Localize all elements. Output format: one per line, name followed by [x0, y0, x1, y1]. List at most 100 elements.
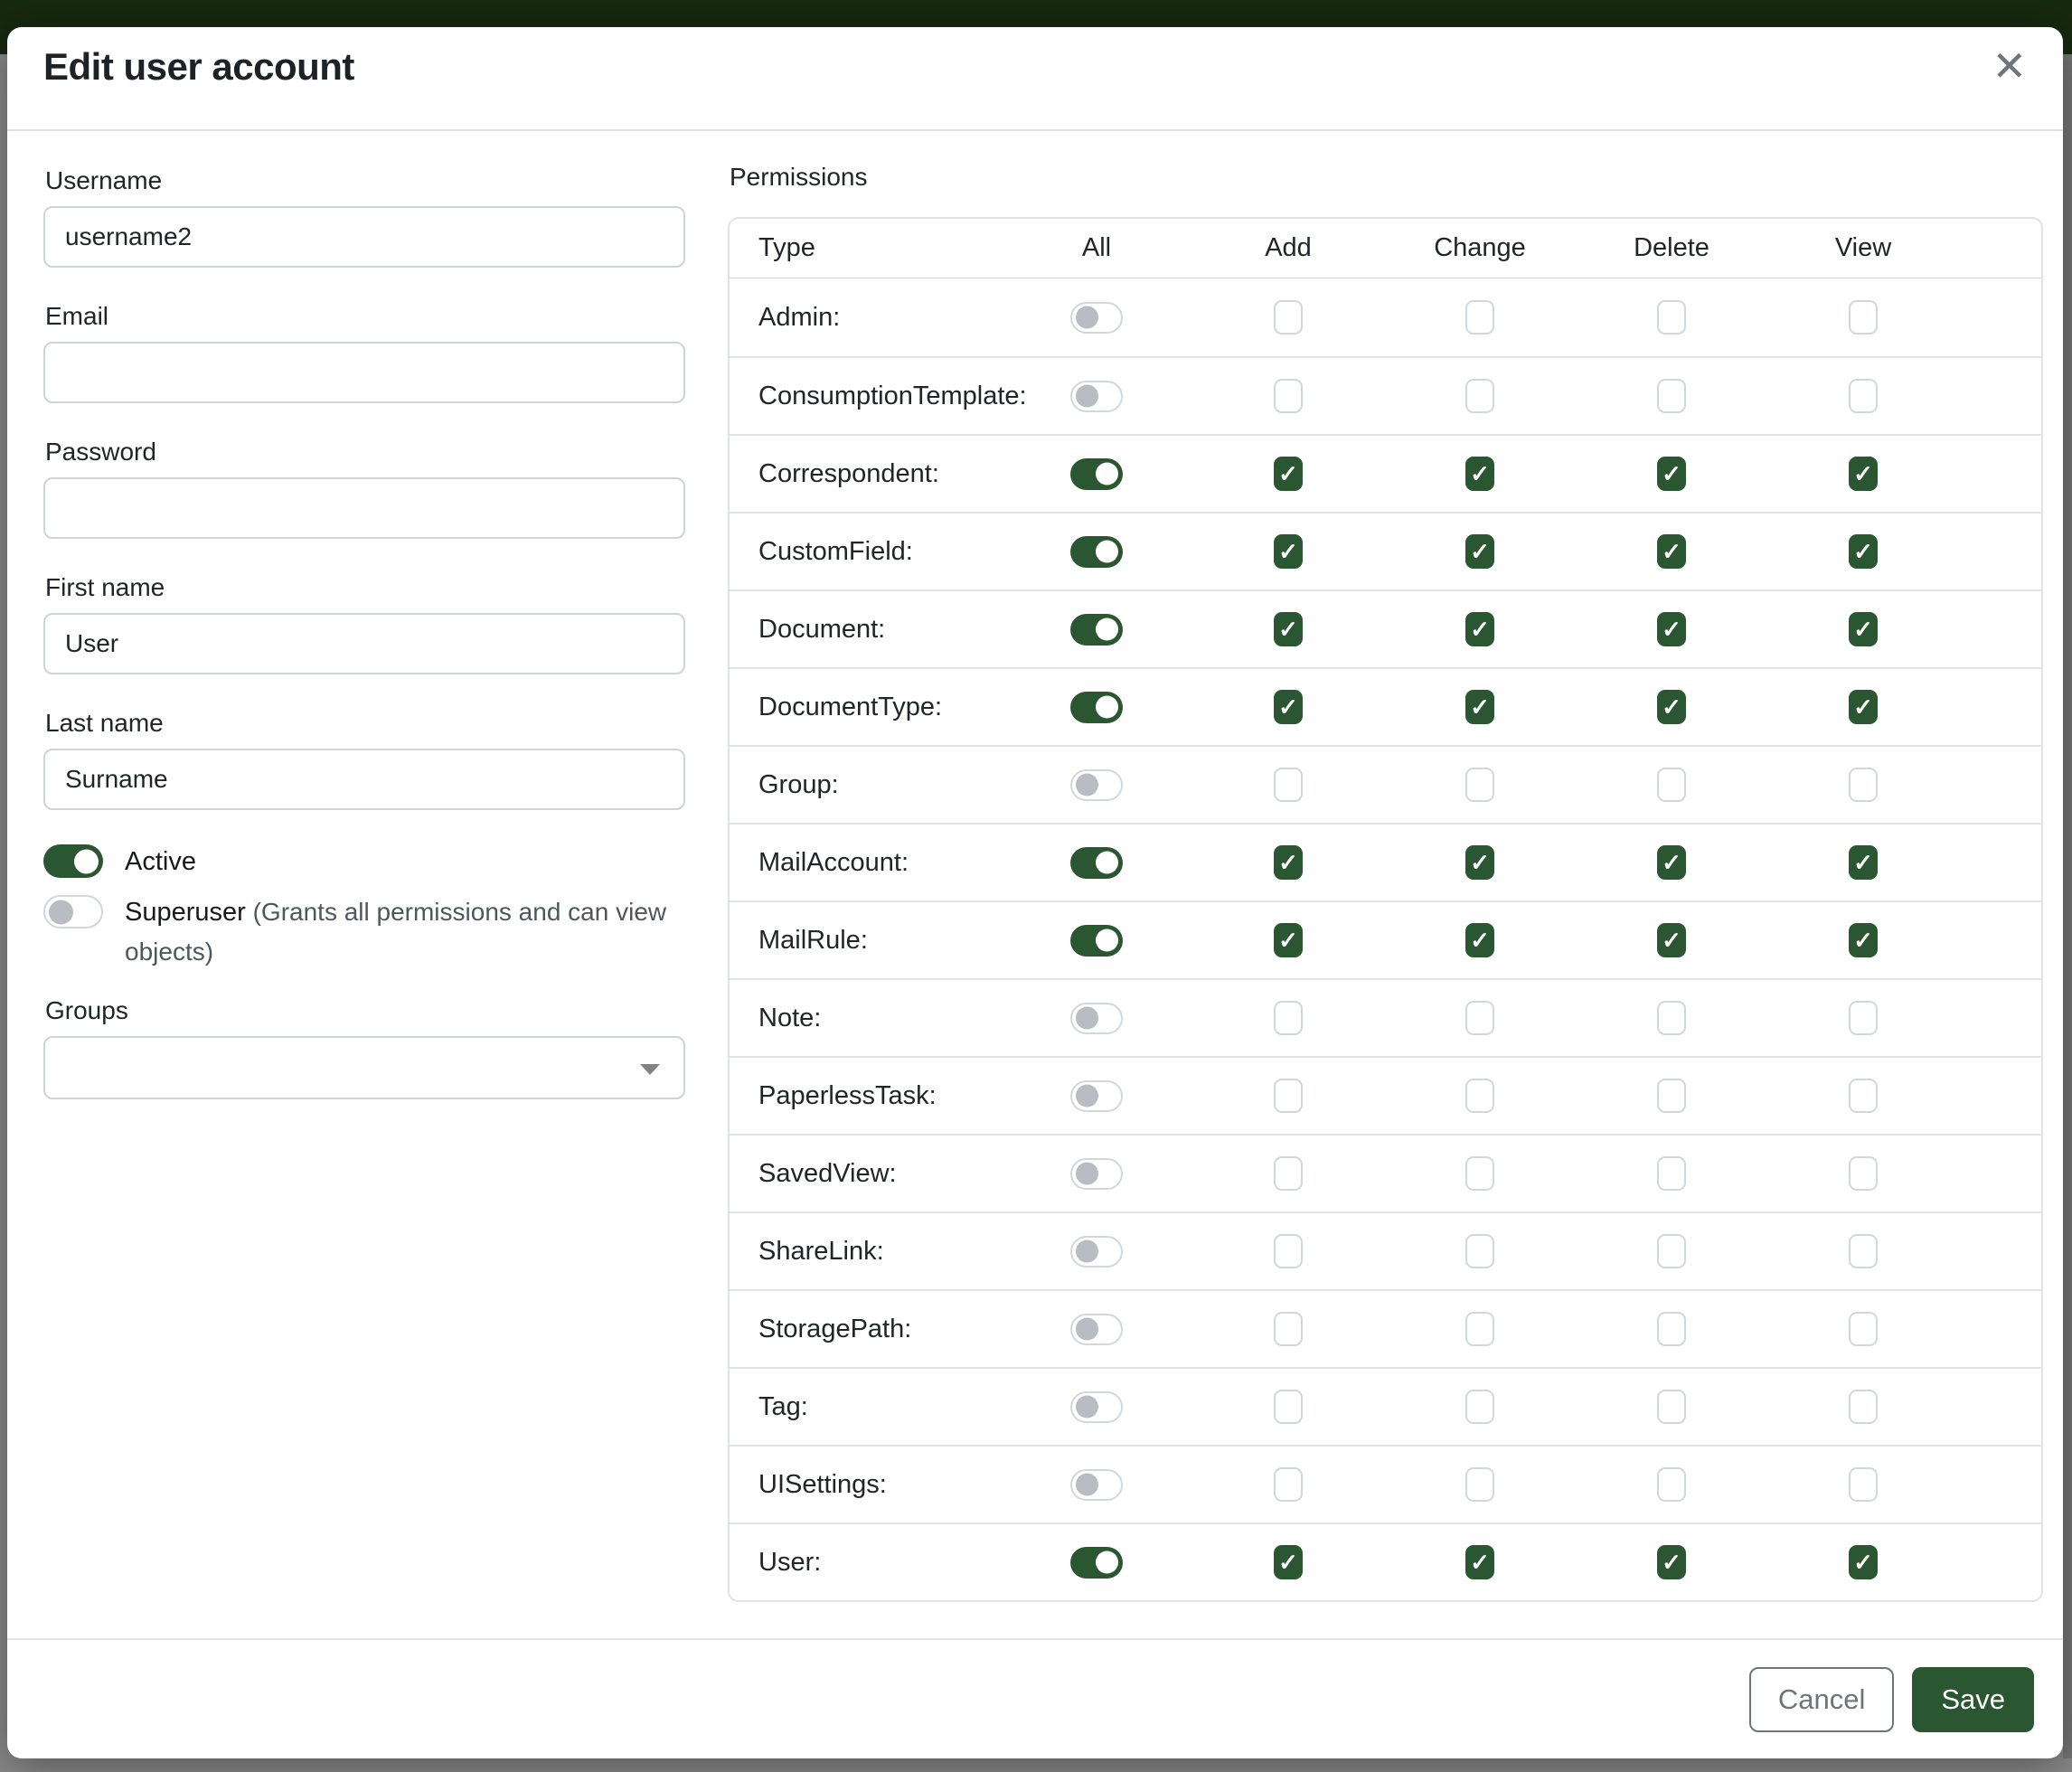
- permission-view-checkbox[interactable]: ✓: [1849, 612, 1878, 646]
- permission-add-checkbox[interactable]: ✓: [1274, 923, 1303, 957]
- email-field[interactable]: [43, 342, 685, 403]
- permission-view-checkbox[interactable]: ✓: [1849, 845, 1878, 880]
- permission-type-label: Admin:: [730, 303, 1001, 333]
- permission-change-checkbox[interactable]: [1465, 1079, 1494, 1113]
- permission-delete-checkbox[interactable]: [1657, 300, 1686, 335]
- superuser-toggle[interactable]: [43, 895, 103, 928]
- permission-change-checkbox[interactable]: [1465, 1390, 1494, 1424]
- permission-delete-checkbox[interactable]: [1657, 768, 1686, 802]
- save-button[interactable]: Save: [1912, 1667, 2034, 1732]
- permission-all-toggle[interactable]: [1070, 302, 1123, 334]
- permission-all-toggle[interactable]: [1070, 458, 1123, 490]
- permission-add-checkbox[interactable]: [1274, 1467, 1303, 1502]
- permission-change-checkbox[interactable]: ✓: [1465, 534, 1494, 569]
- permission-delete-checkbox[interactable]: ✓: [1657, 1545, 1686, 1579]
- permission-delete-checkbox[interactable]: ✓: [1657, 923, 1686, 957]
- permission-view-checkbox[interactable]: ✓: [1849, 690, 1878, 724]
- permission-view-checkbox[interactable]: [1849, 1079, 1878, 1113]
- permission-change-checkbox[interactable]: ✓: [1465, 1545, 1494, 1579]
- username-input[interactable]: [43, 206, 685, 268]
- permission-view-checkbox[interactable]: ✓: [1849, 1545, 1878, 1579]
- permission-view-checkbox[interactable]: [1849, 1001, 1878, 1035]
- permission-delete-checkbox[interactable]: [1657, 1390, 1686, 1424]
- permission-view-checkbox[interactable]: [1849, 379, 1878, 413]
- permission-change-checkbox[interactable]: [1465, 1001, 1494, 1035]
- permission-view-checkbox[interactable]: [1849, 1312, 1878, 1346]
- permission-all-toggle[interactable]: [1070, 614, 1123, 646]
- permission-view-checkbox[interactable]: ✓: [1849, 534, 1878, 569]
- toggle-knob: [1096, 852, 1118, 874]
- permission-view-checkbox[interactable]: [1849, 1156, 1878, 1191]
- permission-all-toggle[interactable]: [1070, 1236, 1123, 1268]
- groups-select[interactable]: [43, 1036, 685, 1099]
- permission-all-toggle[interactable]: [1070, 1314, 1123, 1345]
- permission-all-toggle[interactable]: [1070, 1469, 1123, 1501]
- close-icon[interactable]: ✕: [1984, 38, 2034, 94]
- permission-change-checkbox[interactable]: ✓: [1465, 845, 1494, 880]
- permission-change-checkbox[interactable]: [1465, 379, 1494, 413]
- permission-delete-checkbox[interactable]: [1657, 1001, 1686, 1035]
- permission-change-checkbox[interactable]: [1465, 1467, 1494, 1502]
- permission-row: MailAccount:✓✓✓✓: [730, 823, 2041, 900]
- last-name-field[interactable]: [43, 749, 685, 810]
- permission-change-checkbox[interactable]: [1465, 1234, 1494, 1268]
- permission-view-checkbox[interactable]: [1849, 300, 1878, 335]
- permission-delete-checkbox[interactable]: ✓: [1657, 690, 1686, 724]
- permission-add-checkbox[interactable]: [1274, 768, 1303, 802]
- permission-change-checkbox[interactable]: ✓: [1465, 923, 1494, 957]
- permission-change-checkbox[interactable]: [1465, 1156, 1494, 1191]
- permission-view-checkbox[interactable]: ✓: [1849, 923, 1878, 957]
- permission-delete-checkbox[interactable]: [1657, 379, 1686, 413]
- permission-all-toggle[interactable]: [1070, 1158, 1123, 1190]
- active-toggle[interactable]: [43, 844, 103, 878]
- permission-delete-checkbox[interactable]: [1657, 1312, 1686, 1346]
- permission-add-checkbox[interactable]: [1274, 1001, 1303, 1035]
- permission-change-checkbox[interactable]: [1465, 300, 1494, 335]
- permission-add-checkbox[interactable]: ✓: [1274, 612, 1303, 646]
- permission-change-checkbox[interactable]: ✓: [1465, 690, 1494, 724]
- permission-all-toggle[interactable]: [1070, 1547, 1123, 1579]
- permission-all-toggle[interactable]: [1070, 1080, 1123, 1112]
- scrollbar[interactable]: [2063, 54, 2072, 1758]
- permission-add-checkbox[interactable]: [1274, 1079, 1303, 1113]
- permission-add-checkbox[interactable]: [1274, 1234, 1303, 1268]
- password-field[interactable]: [43, 477, 685, 539]
- permission-delete-checkbox[interactable]: [1657, 1156, 1686, 1191]
- permission-all-toggle[interactable]: [1070, 847, 1123, 879]
- permission-add-checkbox[interactable]: ✓: [1274, 845, 1303, 880]
- permission-all-toggle[interactable]: [1070, 1391, 1123, 1423]
- permission-change-checkbox[interactable]: [1465, 768, 1494, 802]
- permission-all-toggle[interactable]: [1070, 692, 1123, 723]
- permission-add-checkbox[interactable]: ✓: [1274, 534, 1303, 569]
- permission-view-checkbox[interactable]: [1849, 768, 1878, 802]
- permission-delete-checkbox[interactable]: [1657, 1079, 1686, 1113]
- permission-delete-checkbox[interactable]: ✓: [1657, 457, 1686, 491]
- permission-all-toggle[interactable]: [1070, 925, 1123, 957]
- permission-delete-checkbox[interactable]: [1657, 1234, 1686, 1268]
- permission-add-checkbox[interactable]: [1274, 1390, 1303, 1424]
- permission-delete-checkbox[interactable]: ✓: [1657, 534, 1686, 569]
- permission-change-checkbox[interactable]: ✓: [1465, 457, 1494, 491]
- permission-all-toggle[interactable]: [1070, 1003, 1123, 1034]
- first-name-field[interactable]: [43, 613, 685, 674]
- permission-add-checkbox[interactable]: [1274, 1312, 1303, 1346]
- cancel-button[interactable]: Cancel: [1749, 1667, 1895, 1732]
- permission-add-checkbox[interactable]: ✓: [1274, 457, 1303, 491]
- permission-all-toggle[interactable]: [1070, 381, 1123, 412]
- permission-add-checkbox[interactable]: ✓: [1274, 690, 1303, 724]
- permission-view-checkbox[interactable]: [1849, 1390, 1878, 1424]
- permission-delete-checkbox[interactable]: ✓: [1657, 612, 1686, 646]
- permission-delete-checkbox[interactable]: ✓: [1657, 845, 1686, 880]
- permission-view-checkbox[interactable]: ✓: [1849, 457, 1878, 491]
- permission-view-checkbox[interactable]: [1849, 1234, 1878, 1268]
- permission-delete-checkbox[interactable]: [1657, 1467, 1686, 1502]
- permission-all-toggle[interactable]: [1070, 769, 1123, 801]
- permission-add-checkbox[interactable]: [1274, 300, 1303, 335]
- permission-change-checkbox[interactable]: ✓: [1465, 612, 1494, 646]
- permission-view-checkbox[interactable]: [1849, 1467, 1878, 1502]
- permission-change-checkbox[interactable]: [1465, 1312, 1494, 1346]
- permission-add-checkbox[interactable]: [1274, 1156, 1303, 1191]
- permission-add-checkbox[interactable]: [1274, 379, 1303, 413]
- permission-all-toggle[interactable]: [1070, 536, 1123, 568]
- permission-add-checkbox[interactable]: ✓: [1274, 1545, 1303, 1579]
